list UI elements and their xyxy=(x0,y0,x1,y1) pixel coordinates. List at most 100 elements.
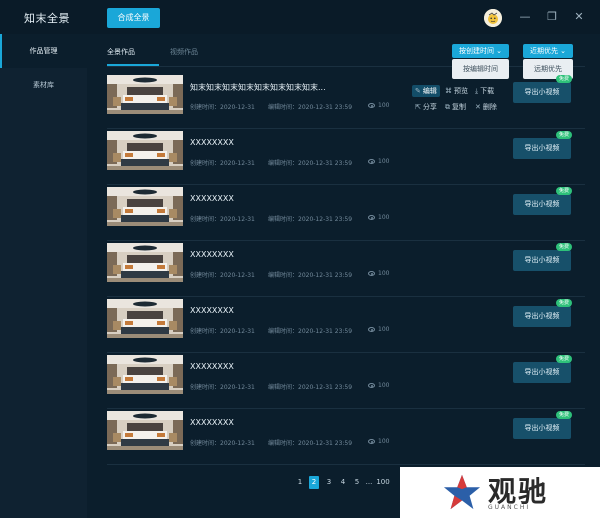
edited-time: 编辑时间：2020-12-31 23:59 xyxy=(268,328,353,335)
eye-icon xyxy=(368,383,375,388)
export-video-button[interactable]: 导出小视频 xyxy=(513,82,571,103)
page-button[interactable]: 1 xyxy=(295,476,305,489)
edit-button[interactable]: ✎ 编辑 xyxy=(412,85,440,97)
edited-time: 编辑时间：2020-12-31 23:59 xyxy=(268,216,353,223)
work-thumbnail[interactable] xyxy=(107,299,183,338)
list-item[interactable]: XXXXXXXX 创建时间：2020-12-31 编辑时间：2020-12-31 2… xyxy=(107,241,585,297)
export-video-button[interactable]: 导出小视频 xyxy=(513,138,571,159)
work-thumbnail[interactable] xyxy=(107,243,183,282)
export-video-button[interactable]: 导出小视频 xyxy=(513,250,571,271)
free-badge: 免费 xyxy=(556,355,572,363)
share-label: 分享 xyxy=(422,103,437,111)
bedroom-thumbnail-icon xyxy=(107,355,183,394)
work-thumbnail[interactable] xyxy=(107,411,183,450)
eye-icon xyxy=(368,439,375,444)
view-count-value: 100 xyxy=(378,102,390,109)
export-video-button[interactable]: 导出小视频 xyxy=(513,194,571,215)
compose-panorama-button[interactable]: 合成全景 xyxy=(107,8,160,28)
list-item[interactable]: XXXXXXXX 创建时间：2020-12-31 编辑时间：2020-12-31 2… xyxy=(107,353,585,409)
view-count: 100 xyxy=(368,214,389,221)
free-badge: 免费 xyxy=(556,299,572,307)
sort-by-created-dropdown[interactable]: 按创建时间 ⌄ xyxy=(452,44,509,58)
work-title: XXXXXXXX xyxy=(190,138,234,147)
copy-icon: ⧉ xyxy=(445,102,450,111)
created-time: 创建时间：2020-12-31 xyxy=(190,384,255,391)
page-button[interactable]: 3 xyxy=(324,476,334,489)
order-dropdown[interactable]: 近期优先 ⌄ xyxy=(523,44,573,58)
created-time: 创建时间：2020-12-31 xyxy=(190,216,255,223)
download-label: 下载 xyxy=(480,87,495,95)
view-count-value: 100 xyxy=(378,326,390,333)
page-button[interactable]: ... xyxy=(364,476,374,489)
list-item[interactable]: XXXXXXXX 创建时间：2020-12-31 编辑时间：2020-12-31 2… xyxy=(107,185,585,241)
eye-icon xyxy=(368,103,375,108)
row-divider xyxy=(107,464,585,465)
star-logo-icon xyxy=(443,474,481,510)
eye-icon xyxy=(368,327,375,332)
eye-icon xyxy=(368,159,375,164)
download-button[interactable]: ⤓ 下载 xyxy=(475,86,494,96)
delete-button[interactable]: ✕ 删除 xyxy=(475,102,497,112)
avatar-icon xyxy=(484,9,502,27)
page-button[interactable]: 4 xyxy=(338,476,348,489)
view-count: 100 xyxy=(368,438,389,445)
bedroom-thumbnail-icon xyxy=(107,299,183,338)
bedroom-thumbnail-icon xyxy=(107,131,183,170)
work-thumbnail[interactable] xyxy=(107,355,183,394)
view-count: 100 xyxy=(368,382,389,389)
download-icon: ⤓ xyxy=(475,86,479,95)
view-count-value: 100 xyxy=(378,438,390,445)
export-video-button[interactable]: 导出小视频 xyxy=(513,418,571,439)
tab-video-works[interactable]: 视频作品 xyxy=(170,47,198,57)
delete-icon: ✕ xyxy=(475,103,481,111)
view-count-value: 100 xyxy=(378,214,390,221)
view-count: 100 xyxy=(368,326,389,333)
edit-icon: ✎ xyxy=(415,87,421,95)
view-count: 100 xyxy=(368,270,389,277)
sidebar-item-works[interactable]: 作品管理 xyxy=(0,34,87,68)
created-time: 创建时间：2020-12-31 xyxy=(190,104,255,111)
share-button[interactable]: ⇱ 分享 xyxy=(415,102,437,112)
free-badge: 免费 xyxy=(556,131,572,139)
bedroom-thumbnail-icon xyxy=(107,187,183,226)
work-thumbnail[interactable] xyxy=(107,75,183,114)
delete-label: 删除 xyxy=(482,103,497,111)
maximize-button[interactable]: ❐ xyxy=(545,10,559,24)
list-item[interactable]: XXXXXXXX 创建时间：2020-12-31 编辑时间：2020-12-31 2… xyxy=(107,129,585,185)
edit-label: 编辑 xyxy=(422,87,437,95)
avatar[interactable] xyxy=(484,9,502,27)
tab-panorama-works[interactable]: 全景作品 xyxy=(107,47,135,57)
work-thumbnail[interactable] xyxy=(107,187,183,226)
minimize-button[interactable]: — xyxy=(518,10,532,24)
page-button[interactable]: 100 xyxy=(375,476,391,489)
export-video-button[interactable]: 导出小视频 xyxy=(513,306,571,327)
preview-label: 预览 xyxy=(454,87,468,95)
close-button[interactable]: ✕ xyxy=(572,10,586,24)
work-thumbnail[interactable] xyxy=(107,131,183,170)
export-video-button[interactable]: 导出小视频 xyxy=(513,362,571,383)
page-button[interactable]: 5 xyxy=(352,476,362,489)
copy-button[interactable]: ⧉ 复制 xyxy=(445,102,466,112)
created-time: 创建时间：2020-12-31 xyxy=(190,440,255,447)
view-count-value: 100 xyxy=(378,382,390,389)
list-item[interactable]: 知末知末知末知末知末知末知末知末... 创建时间：2020-12-31 编辑时间：2… xyxy=(107,73,585,129)
created-time: 创建时间：2020-12-31 xyxy=(190,160,255,167)
created-time: 创建时间：2020-12-31 xyxy=(190,328,255,335)
bedroom-thumbnail-icon xyxy=(107,411,183,450)
share-icon: ⇱ xyxy=(415,103,421,111)
work-title: 知末知末知末知末知末知末知末知末... xyxy=(190,83,326,92)
free-badge: 免费 xyxy=(556,243,572,251)
sidebar-item-materials[interactable]: 素材库 xyxy=(0,68,87,102)
preview-button[interactable]: ⌘ 预览 xyxy=(445,86,468,96)
copy-label: 复制 xyxy=(452,103,466,111)
page-button[interactable]: 2 xyxy=(309,476,319,489)
tabs-divider xyxy=(107,66,585,67)
work-title: XXXXXXXX xyxy=(190,418,234,427)
edited-time: 编辑时间：2020-12-31 23:59 xyxy=(268,384,353,391)
edited-time: 编辑时间：2020-12-31 23:59 xyxy=(268,160,353,167)
eye-icon xyxy=(368,215,375,220)
edited-time: 编辑时间：2020-12-31 23:59 xyxy=(268,440,353,447)
list-item[interactable]: XXXXXXXX 创建时间：2020-12-31 编辑时间：2020-12-31 2… xyxy=(107,409,585,465)
list-item[interactable]: XXXXXXXX 创建时间：2020-12-31 编辑时间：2020-12-31 2… xyxy=(107,297,585,353)
bedroom-thumbnail-icon xyxy=(107,243,183,282)
